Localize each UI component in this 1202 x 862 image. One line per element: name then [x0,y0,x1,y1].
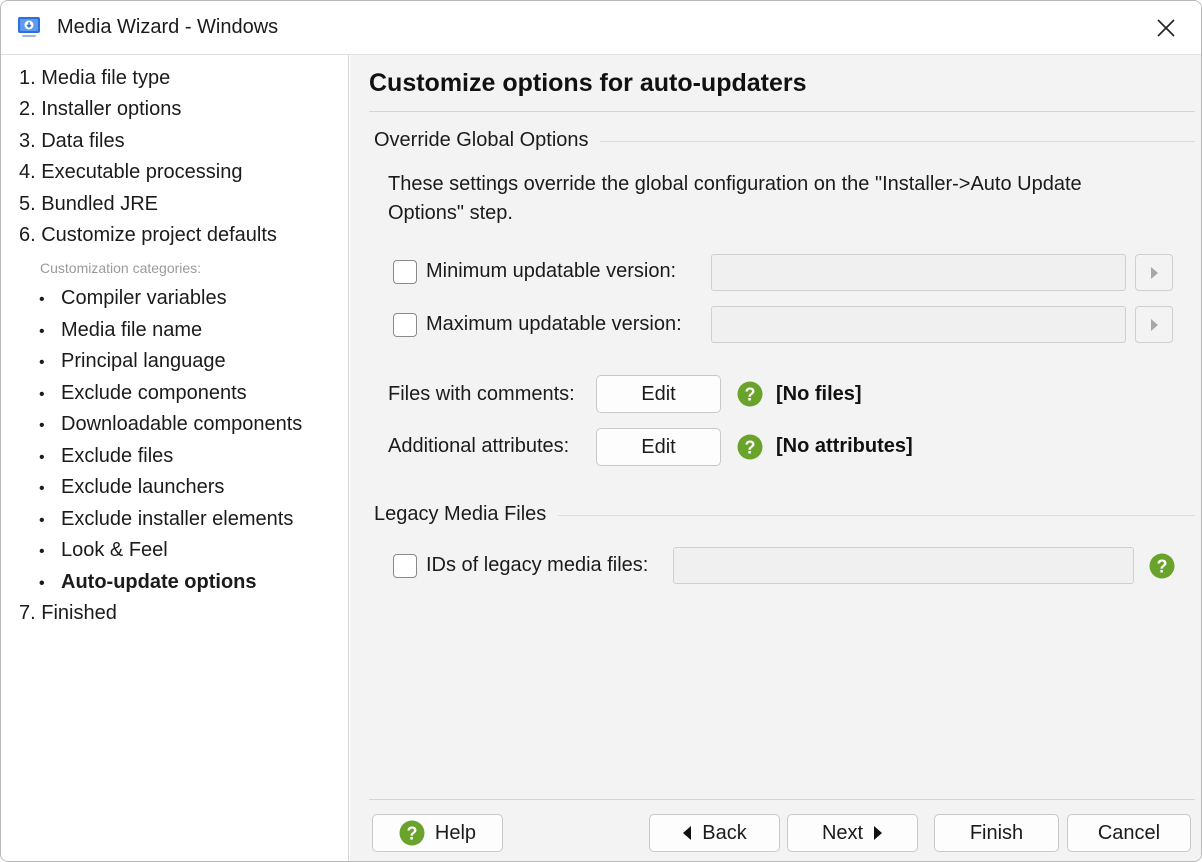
override-group-divider [600,141,1195,142]
step-finished[interactable]: 7. Finished [19,602,117,625]
close-button[interactable] [1141,8,1191,48]
category-label: Compiler variables [61,287,227,309]
category-label: Exclude files [61,445,174,467]
step-media-file-type[interactable]: 1. Media file type [19,67,170,90]
override-group-title: Override Global Options [374,129,597,152]
max-version-label: Maximum updatable version: [426,313,682,335]
bullet: • [39,291,45,308]
finish-button[interactable]: Finish [934,814,1059,852]
min-version-label: Minimum updatable version: [426,260,677,282]
triangle-right-icon [874,826,883,840]
override-description: These settings override the global confi… [388,173,1082,224]
max-version-field[interactable] [711,306,1126,343]
svg-text:?: ? [406,824,417,844]
category-exclude-components[interactable]: • Exclude components [39,382,247,405]
legacy-ids-label: IDs of legacy media files: [426,554,649,576]
category-look-and-feel[interactable]: • Look & Feel [39,539,168,562]
wizard-steps-sidebar: 1. Media file type 2. Installer options … [1,55,349,861]
category-label: Principal language [61,350,226,372]
content-panel: Customize options for auto-updaters Over… [350,55,1201,861]
category-label: Downloadable components [61,413,303,435]
window-title: Media Wizard - Windows [57,16,279,38]
triangle-right-icon [1151,266,1158,279]
additional-attributes-edit-button[interactable]: Edit [596,428,721,466]
additional-attributes-status: [No attributes] [776,435,913,457]
svg-text:?: ? [745,438,756,458]
files-with-comments-edit-button[interactable]: Edit [596,375,721,413]
bullet: • [39,480,45,497]
media-wizard-icon [18,17,40,37]
bullet: • [39,449,45,466]
bullet: • [39,386,45,403]
media-wizard-window: Media Wizard - Windows 1. Media file typ… [0,0,1202,862]
legacy-ids-field[interactable] [673,547,1134,584]
category-exclude-installer-elements[interactable]: • Exclude installer elements [39,508,293,531]
triangle-left-icon [683,826,692,840]
legacy-group-title: Legacy Media Files [374,503,555,526]
footer-divider [369,799,1195,800]
additional-attributes-label: Additional attributes: [388,435,570,457]
help-icon[interactable]: ? [737,381,763,407]
category-media-file-name[interactable]: • Media file name [39,319,202,342]
min-version-checkbox[interactable] [393,260,417,284]
close-icon [1157,19,1175,37]
next-button[interactable]: Next [787,814,918,852]
step-bundled-jre[interactable]: 5. Bundled JRE [19,193,158,216]
category-compiler-variables[interactable]: • Compiler variables [39,287,227,310]
help-icon[interactable]: ? [737,434,763,460]
step-installer-options[interactable]: 2. Installer options [19,98,181,121]
title-bar: Media Wizard - Windows [1,1,1201,55]
max-version-checkbox[interactable] [393,313,417,337]
category-exclude-launchers[interactable]: • Exclude launchers [39,476,224,499]
files-with-comments-label: Files with comments: [388,383,575,405]
step-executable-processing[interactable]: 4. Executable processing [19,161,242,184]
files-with-comments-status: [No files] [776,383,862,405]
title-divider [369,111,1195,112]
category-auto-update-options[interactable]: • Auto-update options [39,571,257,594]
bullet: • [39,575,45,592]
category-downloadable-components[interactable]: • Downloadable components [39,413,302,436]
back-button[interactable]: Back [649,814,780,852]
svg-text:?: ? [745,385,756,405]
category-principal-language[interactable]: • Principal language [39,350,226,373]
step-data-files[interactable]: 3. Data files [19,130,125,153]
back-button-label: Back [702,821,747,844]
bullet: • [39,512,45,529]
min-version-field[interactable] [711,254,1126,291]
min-version-arrow-button[interactable] [1135,254,1173,291]
legacy-group-divider [558,515,1195,516]
help-button[interactable]: ? Help [372,814,503,852]
category-label: Look & Feel [61,539,168,561]
bullet: • [39,323,45,340]
category-label: Exclude launchers [61,476,225,498]
help-button-label: Help [434,821,477,844]
category-label: Exclude installer elements [61,508,294,530]
categories-caption: Customization categories: [40,260,202,276]
category-label: Exclude components [61,382,247,404]
category-exclude-files[interactable]: • Exclude files [39,445,173,468]
category-label: Media file name [61,319,203,341]
max-version-arrow-button[interactable] [1135,306,1173,343]
help-icon: ? [399,820,425,846]
help-icon[interactable]: ? [1149,553,1175,579]
svg-text:?: ? [1157,557,1168,577]
bullet: • [39,543,45,560]
cancel-button[interactable]: Cancel [1067,814,1191,852]
step-customize-project-defaults[interactable]: 6. Customize project defaults [19,224,277,247]
bullet: • [39,354,45,371]
page-title: Customize options for auto-updaters [369,69,807,97]
legacy-ids-checkbox[interactable] [393,554,417,578]
bullet: • [39,417,45,434]
triangle-right-icon [1151,318,1158,331]
next-button-label: Next [821,821,864,844]
category-label: Auto-update options [61,571,257,593]
